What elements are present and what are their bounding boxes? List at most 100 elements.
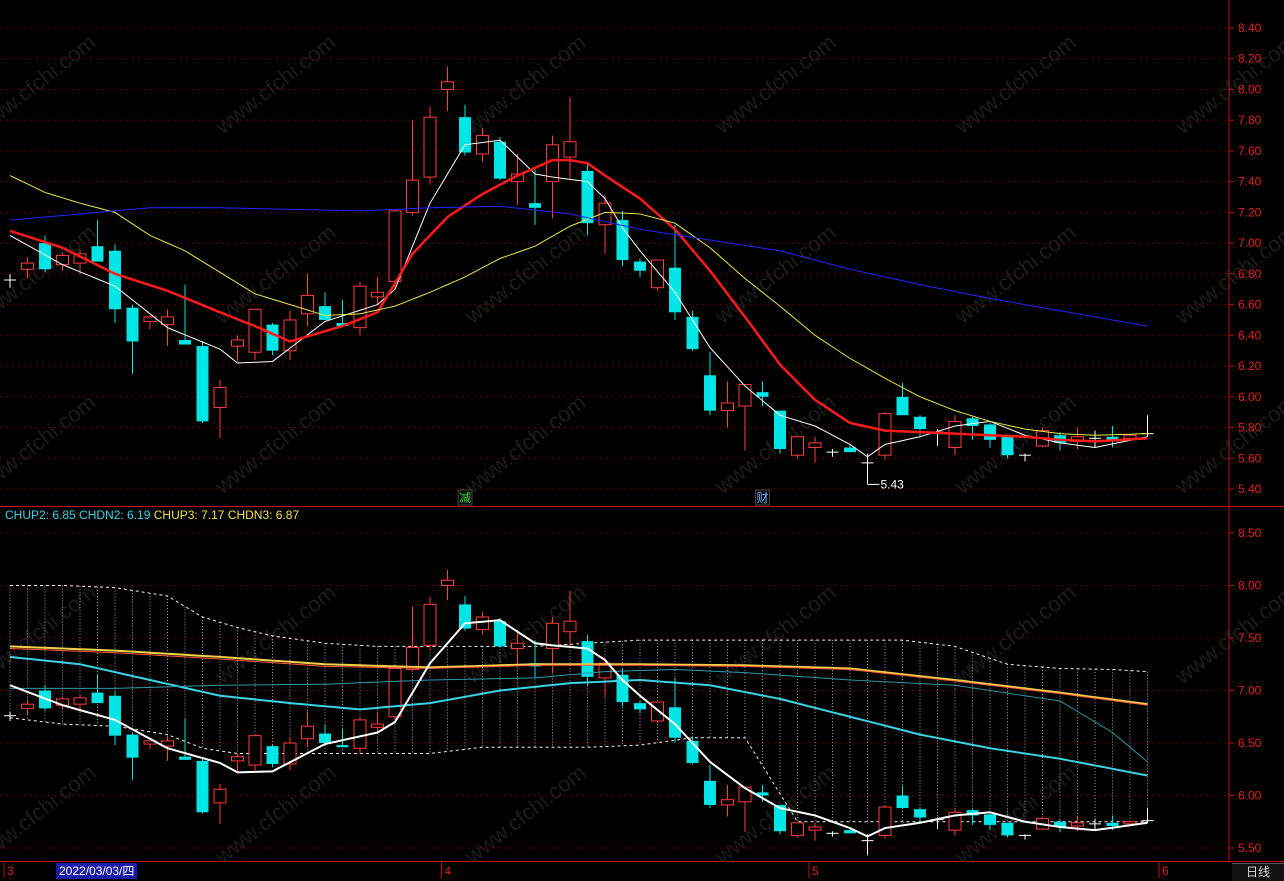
candle-body [529, 203, 541, 208]
candle[interactable] [1001, 436, 1014, 459]
candle-body [1001, 436, 1014, 456]
y-tick-label: 5.40 [1238, 482, 1262, 496]
candle[interactable] [423, 106, 437, 185]
candle-body [738, 786, 752, 803]
candle-body [459, 117, 471, 153]
y-tick-label: 7.20 [1238, 205, 1262, 219]
legend-chup2: CHUP2: 6.85 [5, 508, 76, 522]
candle-body [896, 396, 909, 416]
candle[interactable] [266, 745, 279, 768]
candle-body [581, 641, 594, 677]
y-tick-label: 6.20 [1238, 359, 1262, 373]
candle-body [494, 141, 506, 179]
candle[interactable] [774, 410, 786, 454]
candle-body [231, 756, 244, 762]
legend-chdn2: CHDN2: 6.19 [76, 508, 151, 522]
candle-body [511, 642, 524, 649]
candle-body [634, 261, 646, 271]
candle-body [738, 384, 752, 407]
candle[interactable] [651, 259, 664, 291]
event-marker: 减 [459, 491, 471, 505]
candle-body [1071, 822, 1084, 827]
candle-body [476, 135, 489, 155]
cursor-date-label: 2022/03/03/四 [56, 863, 138, 879]
candle[interactable] [196, 757, 209, 814]
candle-body [721, 799, 734, 806]
candle-body [441, 81, 454, 90]
y-tick-label: 5.50 [1238, 841, 1262, 855]
candle-body [213, 387, 227, 409]
candle-body [808, 826, 822, 831]
y-tick-label: 7.50 [1238, 631, 1262, 645]
stock-chart[interactable]: www.cfchi.com www.cfchi.com www.cfchi.com w… [0, 0, 1284, 881]
candle-body [721, 402, 734, 412]
candle-body [563, 141, 577, 158]
candle-body [301, 725, 314, 740]
candle-body [1001, 822, 1014, 836]
candle-body [353, 719, 367, 749]
candle-body [1123, 821, 1137, 825]
legend-chup3: CHUP3: 7.17 [150, 508, 224, 522]
candle-body [109, 250, 121, 310]
candle-body [441, 579, 454, 586]
candle-body [808, 442, 822, 449]
candle-body [126, 307, 139, 342]
candle-body [213, 788, 227, 804]
candle-body [984, 814, 996, 825]
candle-body [266, 746, 279, 764]
candle[interactable] [196, 341, 209, 423]
candle-body [161, 316, 174, 326]
candle-body [91, 246, 104, 262]
x-tick-label: 4 [445, 864, 452, 878]
candle-body [39, 243, 51, 270]
y-tick-label: 7.60 [1238, 144, 1262, 158]
candle-body [73, 697, 87, 705]
y-tick-label: 7.40 [1238, 175, 1262, 189]
candle-body [966, 418, 979, 426]
period-button[interactable]: 日线 [1232, 863, 1284, 881]
candle[interactable] [423, 597, 437, 651]
x-tick-label: 6 [1162, 864, 1169, 878]
candle-body [844, 447, 856, 453]
candle-body [563, 620, 577, 633]
candle[interactable] [248, 735, 262, 771]
candle-body [126, 734, 139, 758]
candle-body [423, 116, 437, 178]
y-tick-label: 8.50 [1238, 526, 1262, 540]
candle[interactable] [791, 436, 804, 459]
y-tick-label: 8.00 [1238, 82, 1262, 96]
candle[interactable] [878, 412, 892, 460]
candle-body [651, 259, 664, 289]
candle-body [791, 436, 804, 456]
y-tick-label: 6.00 [1238, 390, 1262, 404]
candle[interactable] [878, 806, 892, 839]
indicator-legend: CHUP2: 6.85 CHDN2: 6.19 CHUP3: 7.17 CHDN… [5, 508, 299, 522]
candle-body [406, 179, 419, 213]
candle[interactable] [266, 323, 279, 356]
candle-body [371, 723, 384, 728]
candle[interactable] [791, 822, 804, 838]
x-tick-label: 5 [812, 864, 819, 878]
candle-body [878, 413, 892, 456]
low-price-label: 5.43 [881, 477, 905, 491]
candle-body [634, 703, 646, 710]
y-tick-label: 6.80 [1238, 267, 1262, 281]
candle-body [704, 780, 716, 805]
candle-body [109, 695, 121, 736]
candle-body [704, 375, 716, 411]
y-tick-label: 8.40 [1238, 21, 1262, 35]
candle-body [1106, 822, 1119, 826]
y-tick-label: 6.40 [1238, 328, 1262, 342]
candle-body [686, 316, 699, 350]
candle-body [56, 254, 69, 266]
candle[interactable] [248, 308, 262, 360]
y-tick-label: 8.20 [1238, 52, 1262, 66]
candle-body [494, 621, 506, 647]
candle-body [651, 701, 664, 722]
candle-body [914, 416, 926, 430]
candle-body [283, 319, 297, 352]
y-tick-label: 7.00 [1238, 684, 1262, 698]
candle[interactable] [1001, 822, 1014, 838]
candle-body [196, 346, 209, 422]
candle-body [371, 291, 384, 298]
